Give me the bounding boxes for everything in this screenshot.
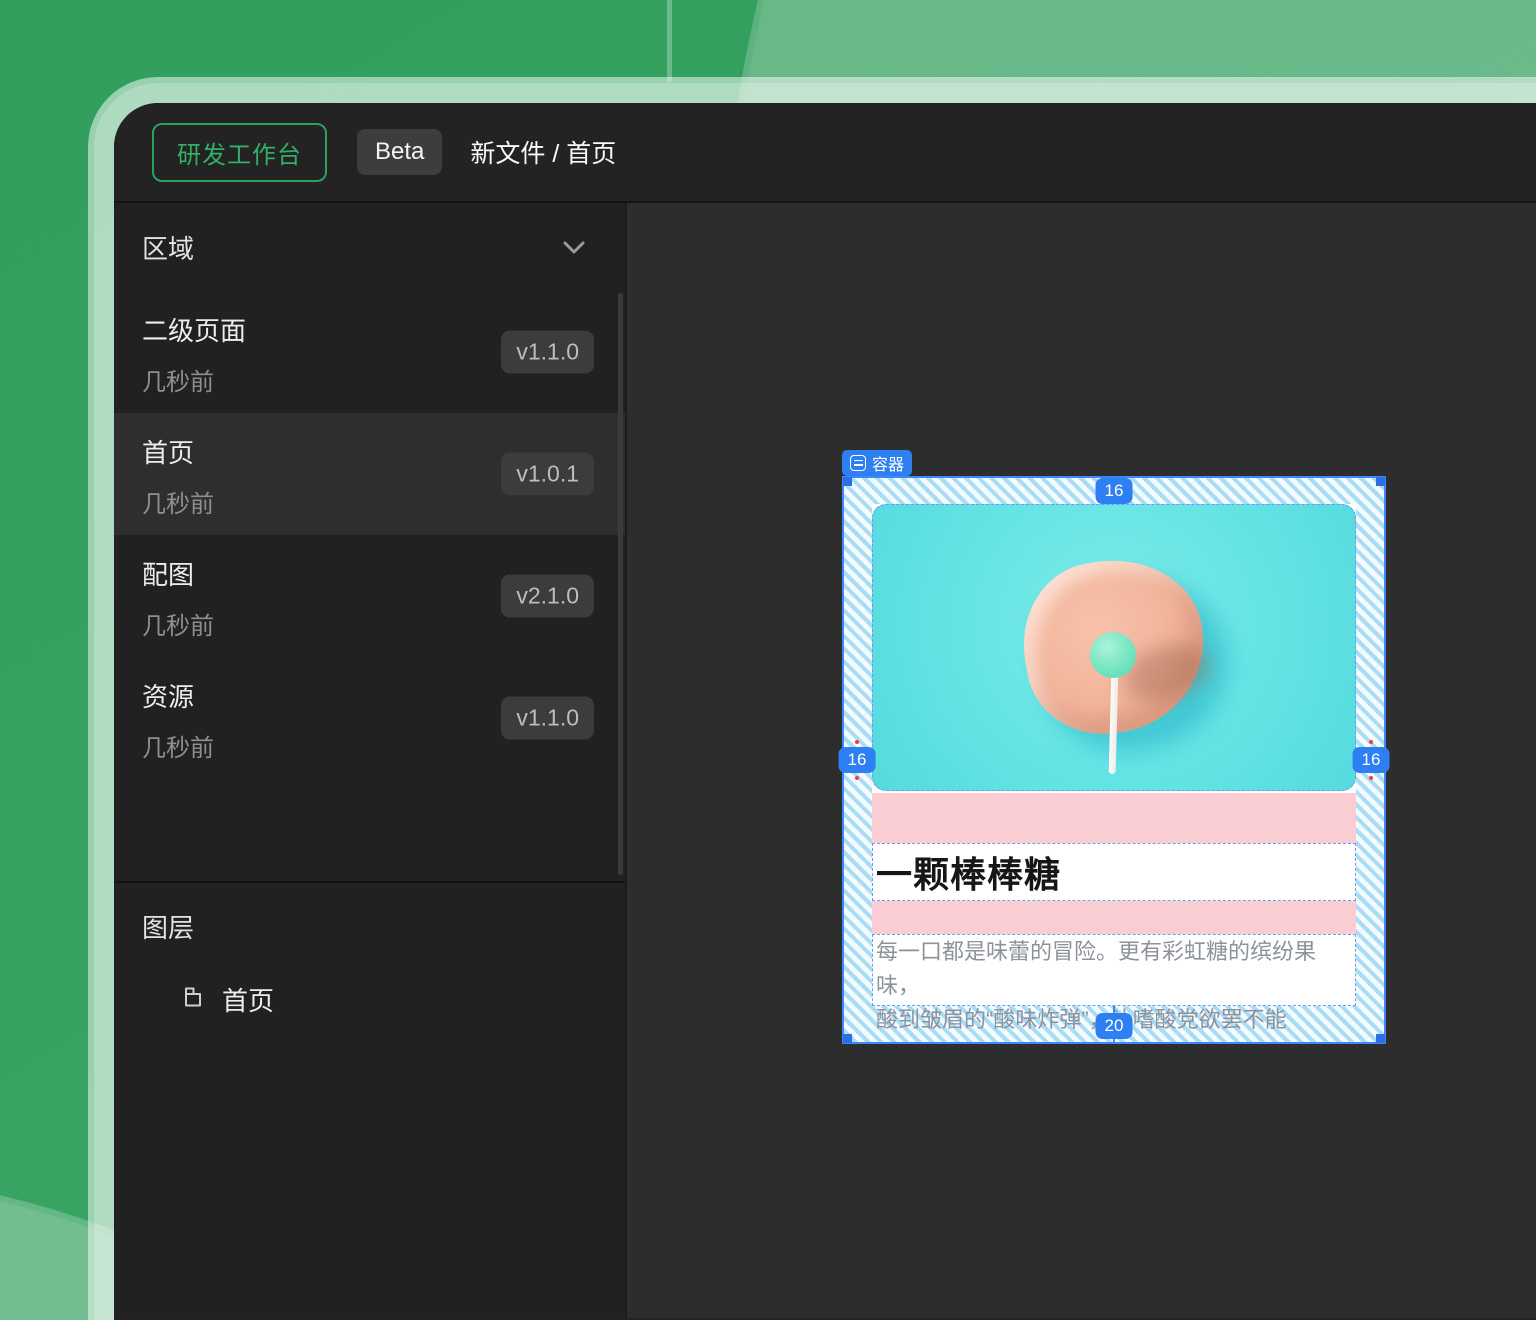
layer-name: 首页 (222, 981, 274, 1018)
selection-border (842, 476, 1386, 1044)
measure-dot (855, 740, 859, 744)
beta-badge: Beta (357, 129, 442, 175)
padding-badge-top: 16 (1096, 478, 1133, 504)
layers-section-title: 图层 (142, 908, 194, 945)
area-section-title: 区域 (142, 229, 194, 266)
workbench-button[interactable]: 研发工作台 (152, 123, 327, 182)
selection-handle[interactable] (843, 1034, 852, 1043)
app-window: 研发工作台 Beta 新文件 / 首页 区域 二级页面 几秒前 v1.1.0 首… (114, 103, 1536, 1320)
frame-icon (180, 984, 206, 1015)
chevron-down-icon[interactable] (563, 241, 585, 254)
padding-badge-right: 16 (1353, 747, 1390, 773)
sidebar-scrollbar[interactable] (618, 293, 623, 875)
sidebar-divider (114, 881, 625, 883)
measure-dot (1369, 740, 1373, 744)
selection-handle[interactable] (843, 477, 852, 486)
page-item-home[interactable]: 首页 几秒前 v1.0.1 (114, 413, 625, 535)
selection-handle[interactable] (1376, 1034, 1385, 1043)
version-badge: v1.1.0 (501, 697, 594, 740)
layer-item-home[interactable]: 首页 (180, 981, 274, 1018)
measure-dot (1369, 776, 1373, 780)
sidebar: 区域 二级页面 几秒前 v1.1.0 首页 几秒前 v1.0.1 配图 几秒前 (114, 203, 627, 1318)
version-badge: v1.1.0 (501, 331, 594, 374)
container-icon (850, 455, 866, 471)
background-decoration-line (667, 0, 672, 82)
page-item-illustration[interactable]: 配图 几秒前 v2.1.0 (114, 535, 625, 657)
padding-badge-left: 16 (839, 747, 876, 773)
breadcrumb[interactable]: 新文件 / 首页 (470, 134, 616, 170)
page-item-secondary[interactable]: 二级页面 几秒前 v1.1.0 (114, 291, 625, 413)
version-badge: v2.1.0 (501, 575, 594, 618)
top-bar: 研发工作台 Beta 新文件 / 首页 (114, 103, 1536, 203)
version-badge: v1.0.1 (501, 453, 594, 496)
container-tag[interactable]: 容器 (842, 450, 912, 476)
area-section-header[interactable]: 区域 (114, 203, 625, 291)
padding-badge-bottom: 20 (1096, 1013, 1133, 1039)
design-canvas[interactable]: 容器 一颗棒棒糖 (627, 203, 1536, 1318)
container-tag-label: 容器 (872, 451, 904, 475)
measure-dot (855, 776, 859, 780)
selected-container[interactable]: 一颗棒棒糖 每一口都是味蕾的冒险。更有彩虹糖的缤纷果味， 酸到皱眉的“酸味炸弹”… (842, 476, 1386, 1044)
page-item-resources[interactable]: 资源 几秒前 v1.1.0 (114, 657, 625, 779)
selection-handle[interactable] (1376, 477, 1385, 486)
